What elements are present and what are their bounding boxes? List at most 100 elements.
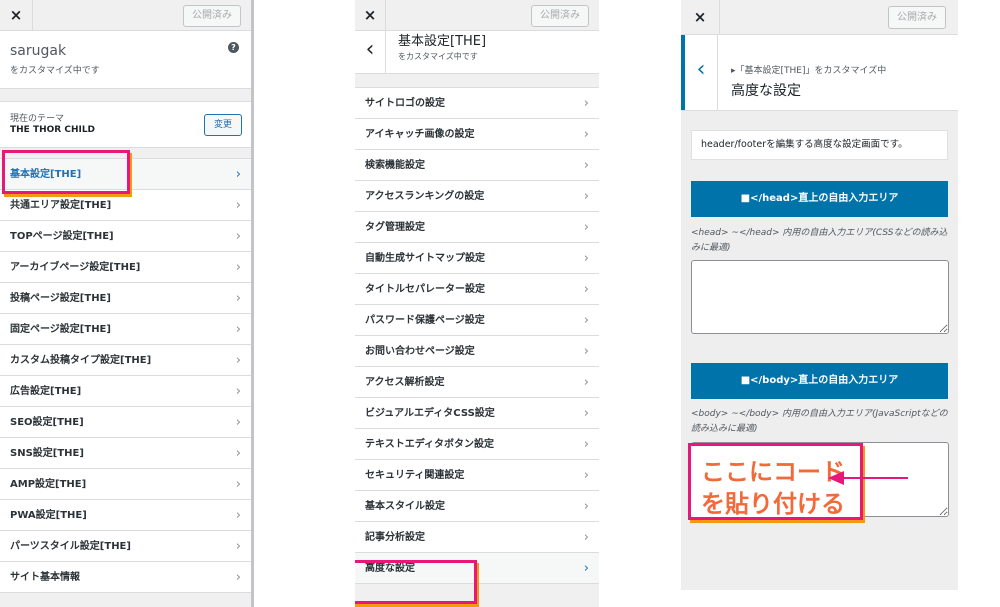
customizing-label: をカスタマイズ中です [10, 66, 100, 76]
subsection-menu-item[interactable]: ビジュアルエディタCSS設定 › [355, 398, 599, 429]
subsection-menu-item[interactable]: テキストエディタボタン設定 › [355, 429, 599, 460]
subsection-menu-item[interactable]: アクセス解析設定 › [355, 367, 599, 398]
highlight-box [2, 150, 130, 194]
section-list: 基本設定[THE] › 共通エリア設定[THE] › TOPページ設定[THE] › アーカ… [0, 158, 251, 593]
menu-item-label: タグ管理設定 [365, 222, 425, 233]
subsection-menu-item[interactable]: アイキャッチ画像の設定 › [355, 119, 599, 150]
section-header: ‹ ▸「基本設定[THE]」をカスタマイズ中 高度な設定 [681, 35, 958, 111]
chevron-right-icon: › [235, 291, 241, 306]
publish-button[interactable]: 公開済み [531, 5, 589, 27]
subsection-menu-item[interactable]: サイトロゴの設定 › [355, 88, 599, 119]
menu-item-label: テキストエディタボタン設定 [365, 439, 494, 450]
close-icon: × [693, 8, 707, 26]
section-menu-item[interactable]: カスタム投稿タイプ設定[THE] › [0, 345, 251, 376]
menu-item-label: サイト基本情報 [10, 572, 80, 583]
menu-item-label: SNS設定[THE] [10, 448, 84, 459]
menu-item-label: 固定ページ設定[THE] [10, 324, 111, 335]
chevron-right-icon: › [235, 508, 241, 523]
menu-item-label: お問い合わせページ設定 [365, 346, 475, 357]
chevron-right-icon: › [235, 353, 241, 368]
chevron-right-icon: › [583, 251, 589, 266]
section-menu-item[interactable]: アーカイブページ設定[THE] › [0, 252, 251, 283]
chevron-right-icon: › [235, 167, 241, 182]
change-theme-button[interactable]: 変更 [203, 114, 242, 136]
menu-item-label: セキュリティ関連設定 [365, 470, 465, 481]
publish-button[interactable]: 公開済み [888, 6, 946, 29]
section-menu-item[interactable]: SEO設定[THE] › [0, 407, 251, 438]
chevron-right-icon: › [235, 322, 241, 337]
header-bar: × 公開済み [0, 0, 251, 31]
section-menu-item[interactable]: サイト基本情報 › [0, 562, 251, 593]
site-name: sarugak [10, 43, 67, 59]
subsection-menu-item[interactable]: タグ管理設定 › [355, 212, 599, 243]
chevron-right-icon: › [235, 446, 241, 461]
close-button[interactable]: × [681, 0, 720, 34]
chevron-right-icon: › [583, 499, 589, 514]
customizing-label: をカスタマイズ中です [398, 52, 478, 61]
menu-item-label: アクセス解析設定 [365, 377, 445, 388]
chevron-right-icon: › [235, 415, 241, 430]
section-menu-item[interactable]: パーツスタイル設定[THE] › [0, 531, 251, 562]
callout-text-line1: ここにコード [701, 458, 845, 486]
back-button[interactable]: ‹ [355, 31, 386, 73]
body-area-help: <body> ~</body> 内用の自由入力エリア(JavaScriptなどの… [691, 409, 948, 434]
menu-item-label: 基本スタイル設定 [365, 501, 445, 512]
current-theme: 現在のテーマ THE THOR CHILD 変更 [0, 101, 251, 148]
menu-item-label: SEO設定[THE] [10, 417, 84, 428]
section-menu-item[interactable]: 投稿ページ設定[THE] › [0, 283, 251, 314]
menu-item-label: アイキャッチ画像の設定 [365, 129, 475, 140]
section-menu-item[interactable]: 広告設定[THE] › [0, 376, 251, 407]
close-button[interactable]: × [355, 0, 386, 30]
page-title: 高度な設定 [731, 83, 801, 99]
subsection-menu-item[interactable]: セキュリティ関連設定 › [355, 460, 599, 491]
head-area-help: <head> ~</head> 内用の自由入力エリア(CSSなどの読み込みに最適… [691, 228, 948, 253]
customizer-panel-main: × 公開済み sarugak をカスタマイズ中です ? 現在のテーマ THE T… [0, 0, 251, 607]
subsection-menu-item[interactable]: 記事分析設定 › [355, 522, 599, 553]
help-icon[interactable]: ? [228, 42, 239, 53]
back-button[interactable]: ‹ [681, 35, 718, 110]
chevron-right-icon: › [583, 530, 589, 545]
section-menu-item[interactable]: AMP設定[THE] › [0, 469, 251, 500]
section-menu-item[interactable]: 共通エリア設定[THE] › [0, 190, 251, 221]
section-menu-item[interactable]: SNS設定[THE] › [0, 438, 251, 469]
customizer-panel-basic: × 公開済み ‹ 基本設定[THE] をカスタマイズ中です サイトロゴの設定 › ア… [355, 0, 599, 607]
chevron-right-icon: › [583, 158, 589, 173]
section-menu-item[interactable]: PWA設定[THE] › [0, 500, 251, 531]
chevron-right-icon: › [583, 282, 589, 297]
chevron-right-icon: › [583, 406, 589, 421]
subsection-menu-item[interactable]: アクセスランキングの設定 › [355, 181, 599, 212]
subsection-menu-item[interactable]: お問い合わせページ設定 › [355, 336, 599, 367]
site-info: sarugak をカスタマイズ中です ? [0, 31, 251, 89]
theme-name: THE THOR CHILD [10, 125, 96, 135]
chevron-right-icon: › [235, 260, 241, 275]
close-icon: × [363, 6, 377, 24]
subsection-menu-item[interactable]: タイトルセパレーター設定 › [355, 274, 599, 305]
menu-item-label: 広告設定[THE] [10, 386, 82, 397]
menu-item-label: AMP設定[THE] [10, 479, 87, 490]
chevron-right-icon: › [583, 468, 589, 483]
menu-item-label: パスワード保護ページ設定 [365, 315, 485, 326]
subsection-menu-item[interactable]: 基本スタイル設定 › [355, 491, 599, 522]
menu-item-label: 検索機能設定 [365, 160, 425, 171]
header-bar: × 公開済み [681, 0, 958, 35]
body-area-heading: ■</body>直上の自由入力エリア [691, 363, 948, 399]
subsection-list: サイトロゴの設定 › アイキャッチ画像の設定 › 検索機能設定 › アクセスランキングの設定… [355, 87, 599, 584]
subsection-menu-item[interactable]: パスワード保護ページ設定 › [355, 305, 599, 336]
section-menu-item[interactable]: TOPページ設定[THE] › [0, 221, 251, 252]
publish-button[interactable]: 公開済み [183, 5, 241, 27]
menu-item-label: サイトロゴの設定 [365, 98, 445, 109]
menu-item-label: タイトルセパレーター設定 [365, 284, 485, 295]
chevron-right-icon: › [235, 229, 241, 244]
section-menu-item[interactable]: 固定ページ設定[THE] › [0, 314, 251, 345]
scrollbar[interactable] [251, 0, 254, 607]
close-button[interactable]: × [0, 0, 33, 30]
head-code-textarea[interactable] [691, 260, 949, 334]
breadcrumb: ▸「基本設定[THE]」をカスタマイズ中 [731, 66, 887, 76]
subsection-menu-item[interactable]: 自動生成サイトマップ設定 › [355, 243, 599, 274]
subsection-menu-item[interactable]: 検索機能設定 › [355, 150, 599, 181]
menu-item-label: 投稿ページ設定[THE] [10, 293, 111, 304]
menu-item-label: PWA設定[THE] [10, 510, 87, 521]
chevron-left-icon: ‹ [696, 57, 706, 82]
chevron-right-icon: › [583, 313, 589, 328]
chevron-right-icon: › [235, 539, 241, 554]
